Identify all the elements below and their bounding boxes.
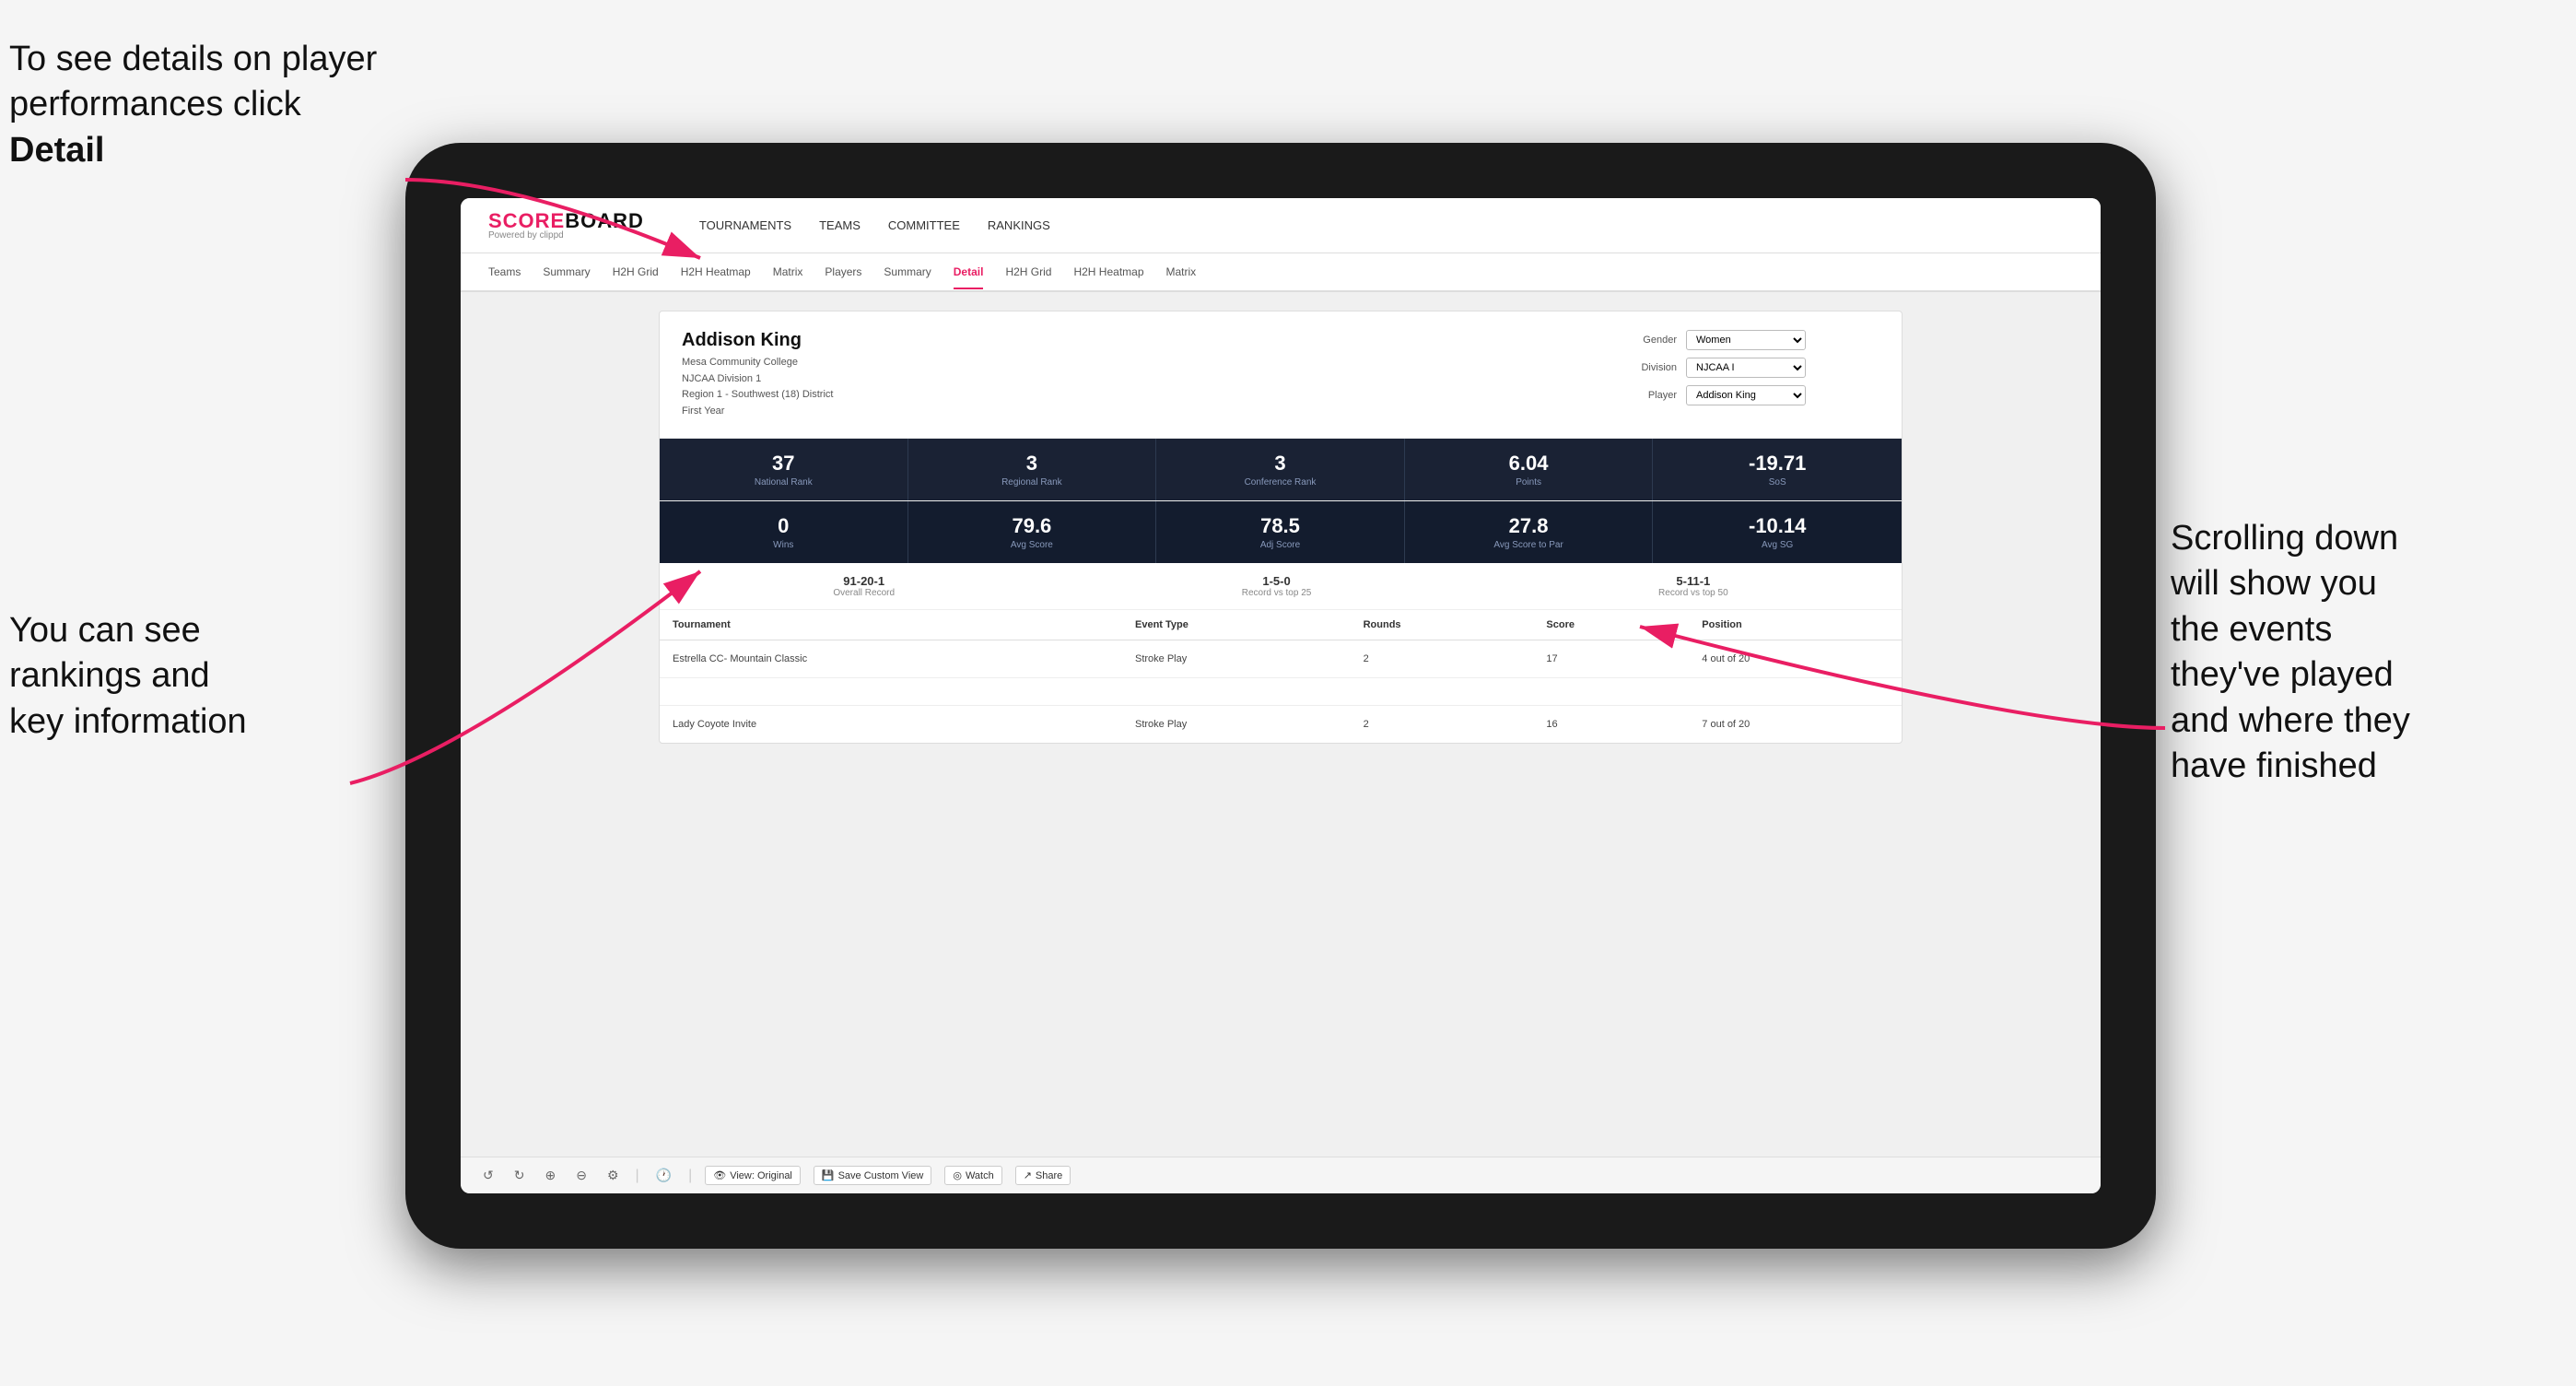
- tab-h2h-heatmap[interactable]: H2H Heatmap: [681, 256, 751, 289]
- player-details: Addison King Mesa Community College NJCA…: [682, 330, 833, 419]
- cell-tournament-3: Lady Coyote Invite: [660, 706, 1122, 744]
- col-tournament: Tournament: [660, 610, 1122, 640]
- scoreboard-logo: SCOREBOARD Powered by clippd: [488, 211, 644, 241]
- stat-sos: -19.71 SoS: [1653, 439, 1902, 500]
- records-row: 91-20-1 Overall Record 1-5-0 Record vs t…: [660, 563, 1902, 610]
- division-select[interactable]: NJCAA I: [1686, 358, 1806, 378]
- content-card: Addison King Mesa Community College NJCA…: [659, 311, 1903, 744]
- logo-main: SCOREBOARD: [488, 211, 644, 231]
- settings-icon[interactable]: ⚙: [603, 1166, 623, 1185]
- stat-national-rank: 37 National Rank: [660, 439, 908, 500]
- bottom-toolbar: ↺ ↻ ⊕ ⊖ ⚙ | 🕐 | 👁 View: Original 💾 Save …: [461, 1157, 2101, 1193]
- cell-rounds-1: 2: [1351, 640, 1534, 678]
- share-icon: ↗: [1024, 1169, 1032, 1181]
- tab-summary2[interactable]: Summary: [884, 256, 931, 289]
- nav-menu: TOURNAMENTS TEAMS COMMITTEE RANKINGS: [699, 218, 1050, 232]
- division-label: Division: [1622, 362, 1677, 373]
- tab-matrix2[interactable]: Matrix: [1166, 256, 1197, 289]
- gender-select[interactable]: Women: [1686, 330, 1806, 350]
- table-header-row: Tournament Event Type Rounds Score Posit…: [660, 610, 1902, 640]
- col-event-type: Event Type: [1122, 610, 1351, 640]
- tab-h2h-grid2[interactable]: H2H Grid: [1005, 256, 1051, 289]
- nav-teams[interactable]: TEAMS: [819, 218, 861, 232]
- player-name: Addison King: [682, 330, 833, 351]
- app-header: SCOREBOARD Powered by clippd TOURNAMENTS…: [461, 198, 2101, 253]
- main-content: Addison King Mesa Community College NJCA…: [461, 292, 2101, 1157]
- save-custom-btn[interactable]: 💾 Save Custom View: [814, 1166, 931, 1185]
- stat-regional-rank: 3 Regional Rank: [908, 439, 1157, 500]
- player-filters: Gender Women Division NJCAA I: [1622, 330, 1879, 405]
- tablet-screen: SCOREBOARD Powered by clippd TOURNAMENTS…: [461, 198, 2101, 1193]
- logo-sub: Powered by clippd: [488, 231, 644, 241]
- stats-grid-row1: 37 National Rank 3 Regional Rank 3 Confe…: [660, 438, 1902, 500]
- player-filter-row: Player Addison King: [1622, 385, 1879, 405]
- view-original-btn[interactable]: 👁 View: Original: [705, 1166, 801, 1185]
- table-row: [660, 678, 1902, 706]
- share-btn[interactable]: ↗ Share: [1015, 1166, 1071, 1185]
- clock-icon[interactable]: 🕐: [652, 1166, 675, 1185]
- detail-bold: Detail: [9, 131, 104, 170]
- player-label: Player: [1622, 390, 1677, 401]
- nav-committee[interactable]: COMMITTEE: [888, 218, 960, 232]
- cell-position-3: 7 out of 20: [1689, 706, 1902, 744]
- annotation-top-left: To see details on player performances cl…: [9, 37, 396, 173]
- toolbar-sep1: |: [636, 1168, 639, 1184]
- stat-avg-sg: -10.14 Avg SG: [1653, 501, 1902, 563]
- player-region: Region 1 - Southwest (18) District: [682, 387, 833, 404]
- player-info-header: Addison King Mesa Community College NJCA…: [660, 311, 1902, 438]
- gender-label: Gender: [1622, 335, 1677, 346]
- toolbar-sep2: |: [688, 1168, 692, 1184]
- col-position: Position: [1689, 610, 1902, 640]
- player-division: NJCAA Division 1: [682, 371, 833, 388]
- annotation-bottom-left: You can see rankings and key information: [9, 608, 396, 745]
- zoom-out-icon[interactable]: ⊖: [572, 1166, 591, 1185]
- cell-position-1: 4 out of 20: [1689, 640, 1902, 678]
- player-select[interactable]: Addison King: [1686, 385, 1806, 405]
- tournament-table: Tournament Event Type Rounds Score Posit…: [660, 610, 1902, 743]
- tablet-frame: SCOREBOARD Powered by clippd TOURNAMENTS…: [405, 143, 2156, 1249]
- col-score: Score: [1533, 610, 1689, 640]
- cell-score-3: 16: [1533, 706, 1689, 744]
- watch-icon: ◎: [953, 1169, 962, 1181]
- player-year: First Year: [682, 404, 833, 420]
- table-row: Lady Coyote Invite Stroke Play 2 16 7 ou…: [660, 706, 1902, 744]
- tab-summary[interactable]: Summary: [543, 256, 590, 289]
- division-filter-row: Division NJCAA I: [1622, 358, 1879, 378]
- undo-icon[interactable]: ↺: [479, 1166, 498, 1185]
- tab-matrix[interactable]: Matrix: [773, 256, 803, 289]
- col-rounds: Rounds: [1351, 610, 1534, 640]
- zoom-in-icon[interactable]: ⊕: [541, 1166, 559, 1185]
- record-overall: 91-20-1 Overall Record: [833, 574, 895, 598]
- stat-avg-score-par: 27.8 Avg Score to Par: [1405, 501, 1654, 563]
- cell-tournament-1: Estrella CC- Mountain Classic: [660, 640, 1122, 678]
- cell-event-type-1: Stroke Play: [1122, 640, 1351, 678]
- stat-wins: 0 Wins: [660, 501, 908, 563]
- annotation-right: Scrolling down will show you the events …: [2171, 516, 2567, 789]
- tab-h2h-grid[interactable]: H2H Grid: [613, 256, 659, 289]
- nav-rankings[interactable]: RANKINGS: [988, 218, 1050, 232]
- player-college: Mesa Community College: [682, 355, 833, 371]
- cell-event-type-3: Stroke Play: [1122, 706, 1351, 744]
- tab-players[interactable]: Players: [825, 256, 861, 289]
- save-icon: 💾: [822, 1169, 835, 1181]
- cell-rounds-3: 2: [1351, 706, 1534, 744]
- record-top25: 1-5-0 Record vs top 25: [1242, 574, 1312, 598]
- redo-icon[interactable]: ↻: [510, 1166, 529, 1185]
- record-top50: 5-11-1 Record vs top 50: [1658, 574, 1728, 598]
- stat-adj-score: 78.5 Adj Score: [1156, 501, 1405, 563]
- tab-teams[interactable]: Teams: [488, 256, 521, 289]
- gender-filter-row: Gender Women: [1622, 330, 1879, 350]
- table-row: Estrella CC- Mountain Classic Stroke Pla…: [660, 640, 1902, 678]
- nav-tournaments[interactable]: TOURNAMENTS: [699, 218, 791, 232]
- cell-score-1: 17: [1533, 640, 1689, 678]
- sub-tabs-bar: Teams Summary H2H Grid H2H Heatmap Matri…: [461, 253, 2101, 292]
- tab-detail[interactable]: Detail: [954, 256, 984, 289]
- watch-btn[interactable]: ◎ Watch: [944, 1166, 1001, 1185]
- view-icon: 👁: [713, 1169, 726, 1181]
- stat-conference-rank: 3 Conference Rank: [1156, 439, 1405, 500]
- stats-grid-row2: 0 Wins 79.6 Avg Score 78.5 Adj Score 27.…: [660, 500, 1902, 563]
- tab-h2h-heatmap2[interactable]: H2H Heatmap: [1073, 256, 1143, 289]
- stat-points: 6.04 Points: [1405, 439, 1654, 500]
- stat-avg-score: 79.6 Avg Score: [908, 501, 1157, 563]
